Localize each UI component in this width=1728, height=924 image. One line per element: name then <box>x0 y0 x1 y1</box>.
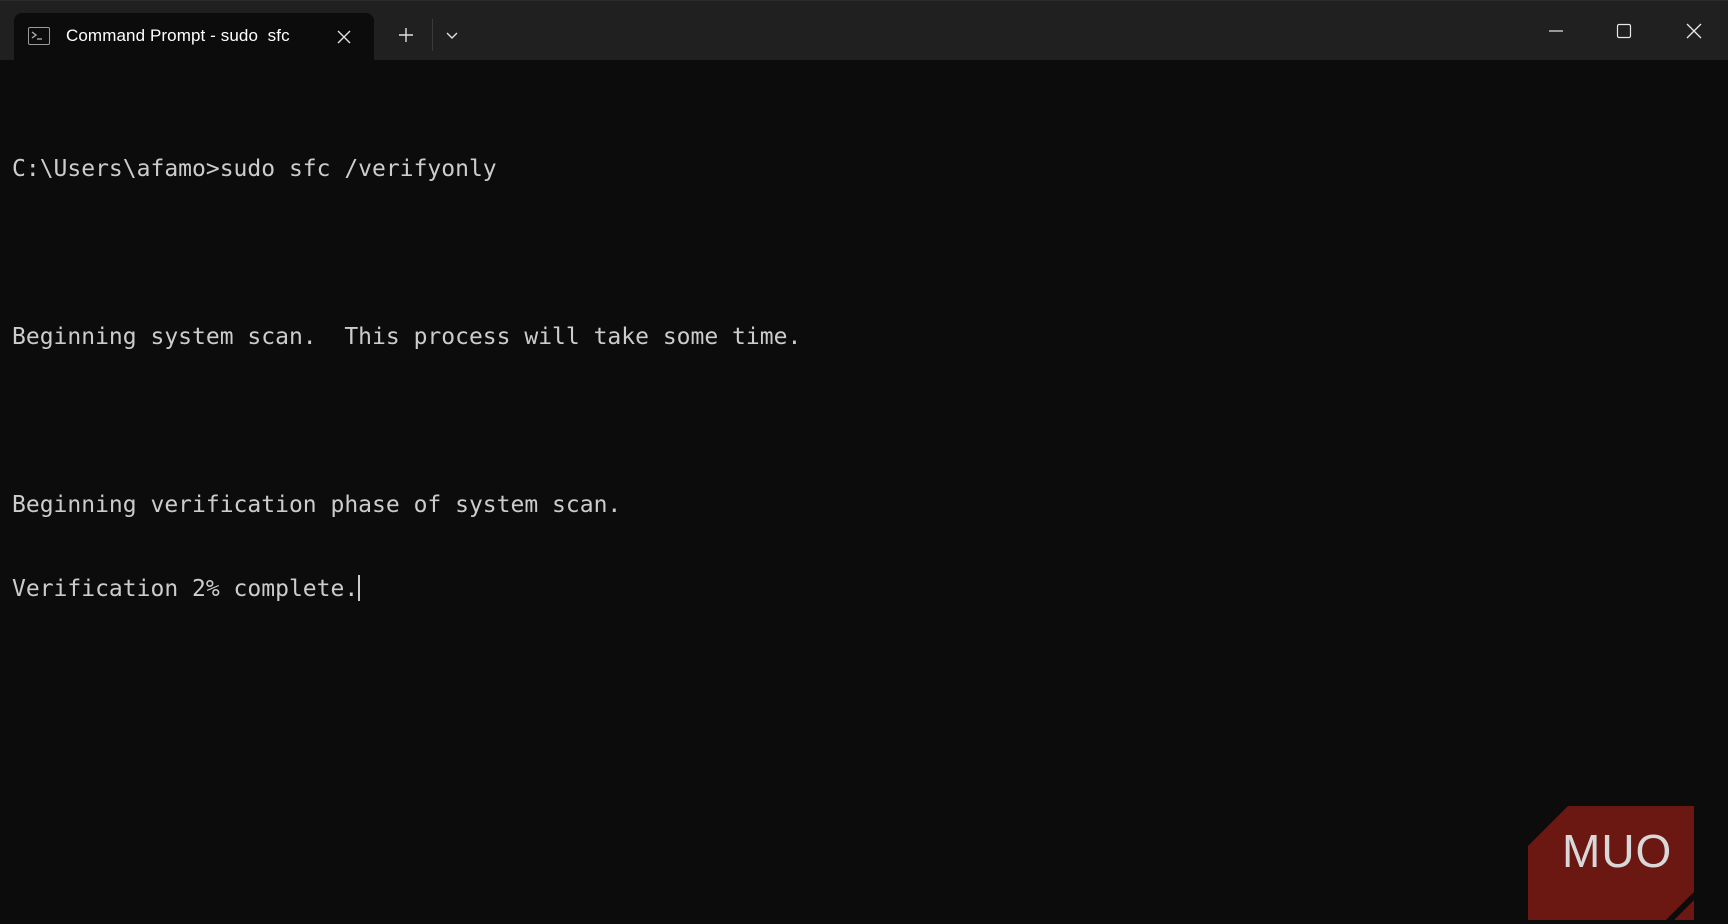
terminal-icon <box>28 27 50 45</box>
tab-command-prompt[interactable]: Command Prompt - sudo sfc <box>14 13 374 61</box>
maximize-icon <box>1616 23 1632 39</box>
text-cursor <box>358 575 361 601</box>
watermark-text: MUO <box>1562 825 1673 877</box>
terminal-line: C:\Users\afamo>sudo sfc /verifyonly <box>12 156 497 182</box>
maximize-button[interactable] <box>1590 1 1658 61</box>
tab-dropdown-button[interactable] <box>436 19 468 51</box>
close-icon <box>337 30 351 44</box>
terminal-line-current: Verification 2% complete. <box>12 575 801 603</box>
title-bar[interactable]: Command Prompt - sudo sfc <box>0 0 1728 61</box>
close-button[interactable] <box>1660 1 1728 61</box>
tab-close-button[interactable] <box>332 25 356 49</box>
terminal-text: C:\Users\afamo>sudo sfc /verifyonly Begi… <box>12 99 801 659</box>
close-icon <box>1686 23 1702 39</box>
tab-title: Command Prompt - sudo sfc <box>66 26 290 45</box>
terminal-line: Beginning system scan. This process will… <box>12 324 802 350</box>
tab-separator <box>432 19 433 51</box>
minimize-button[interactable] <box>1522 1 1590 61</box>
terminal-output[interactable]: C:\Users\afamo>sudo sfc /verifyonly Begi… <box>0 60 1728 924</box>
plus-icon <box>399 28 413 42</box>
terminal-line: Beginning verification phase of system s… <box>12 492 622 518</box>
new-tab-button[interactable] <box>390 19 422 51</box>
terminal-line: Verification 2% complete. <box>12 576 359 602</box>
chevron-down-icon <box>446 32 458 39</box>
terminal-window: Command Prompt - sudo sfc C:\Users\afamo… <box>0 0 1728 924</box>
muo-watermark-logo: MUO <box>1528 806 1694 920</box>
minimize-icon <box>1549 30 1563 32</box>
